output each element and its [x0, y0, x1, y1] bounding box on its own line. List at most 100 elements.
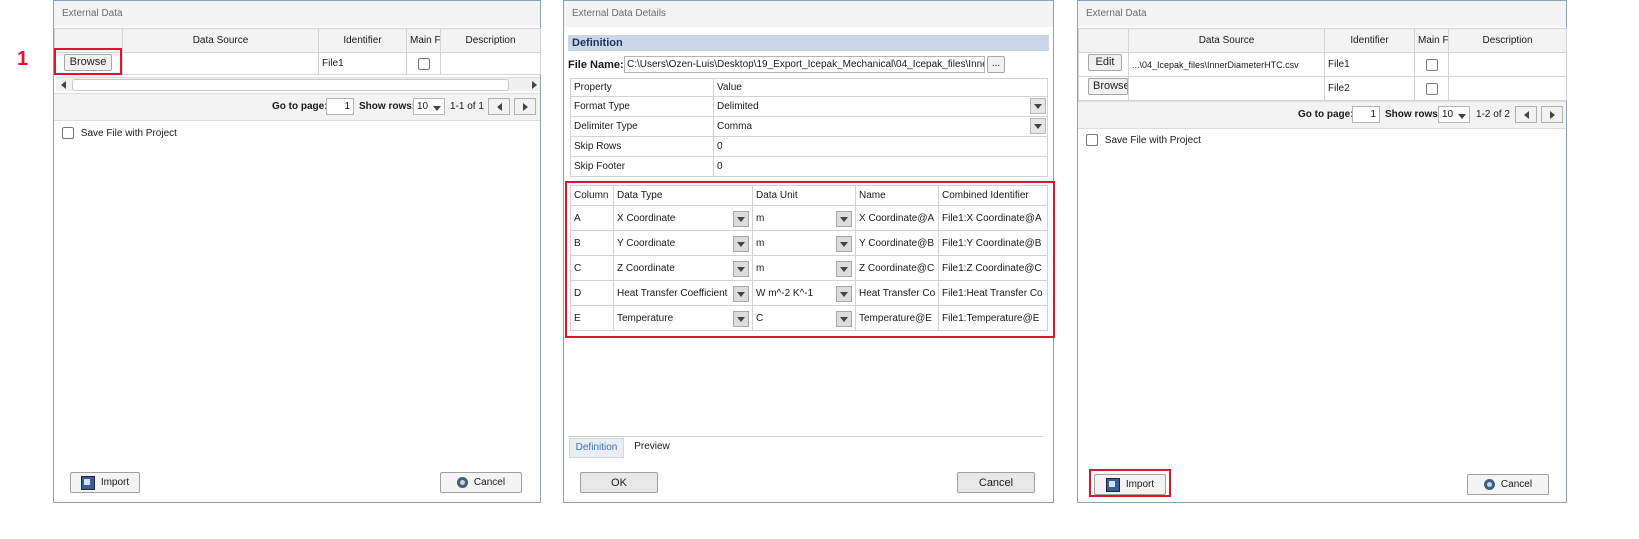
dialog-title: External Data [54, 1, 540, 27]
page-input[interactable]: 1 [326, 98, 354, 115]
import-button[interactable]: Import [70, 472, 140, 493]
cancel-button[interactable]: Cancel [1467, 474, 1549, 495]
save-checkbox[interactable] [62, 127, 74, 139]
format-type-select[interactable]: Delimited [713, 96, 1048, 117]
data-source-cell [1128, 76, 1325, 101]
next-page-button[interactable] [1541, 106, 1563, 123]
header-data-source: Data Source [122, 28, 319, 53]
data-source-table: Data Source Identifier Main File Descrip… [1078, 28, 1567, 101]
header-blank [1078, 28, 1129, 53]
rows-select[interactable]: 10 [1438, 106, 1470, 123]
file-name-input[interactable]: C:\Users\Ozen-Luis\Desktop\19_Export_Ice… [624, 56, 985, 73]
chevron-down-icon [1458, 114, 1466, 119]
main-file-cell [1414, 52, 1449, 77]
dialog-title: External Data Details [564, 1, 1053, 27]
external-data-details-dialog: External Data Details Definition File Na… [563, 0, 1055, 503]
prev-page-button[interactable] [488, 98, 510, 115]
save-with-project[interactable]: Save File with Project [1086, 134, 1201, 146]
goto-page-label: Go to page: [272, 101, 328, 112]
header-value: Value [713, 78, 1048, 97]
prev-icon [1523, 110, 1529, 119]
show-rows-label: Show rows: [359, 101, 416, 112]
prev-icon [496, 102, 502, 111]
main-file-cell [1414, 76, 1449, 101]
file-browse-button[interactable]: ... [987, 56, 1005, 73]
description-cell [1448, 52, 1567, 77]
main-file-checkbox[interactable] [417, 57, 430, 70]
dialog-title: External Data [1078, 1, 1566, 27]
prop-name: Format Type [570, 96, 714, 117]
save-with-project[interactable]: Save File with Project [62, 127, 177, 139]
save-label: Save File with Project [1104, 134, 1201, 146]
description-cell [440, 52, 541, 75]
ok-button[interactable]: OK [580, 472, 658, 493]
main-file-cell [406, 52, 441, 75]
callout-1: 1 [17, 48, 29, 70]
header-data-source: Data Source [1128, 28, 1325, 53]
next-icon [1549, 110, 1555, 119]
identifier-cell: File2 [1324, 76, 1415, 101]
header-main-file: Main File [1414, 28, 1449, 53]
skip-rows-input[interactable]: 0 [713, 136, 1048, 157]
header-description: Description [440, 28, 541, 53]
identifier-cell: File1 [318, 52, 407, 75]
next-icon [522, 102, 528, 111]
header-identifier: Identifier [318, 28, 407, 53]
header-property: Property [570, 78, 714, 97]
header-description: Description [1448, 28, 1567, 53]
save-checkbox[interactable] [1086, 134, 1098, 146]
main-file-checkbox[interactable] [1425, 58, 1438, 71]
chevron-down-icon [1034, 123, 1042, 129]
prop-name: Delimiter Type [570, 116, 714, 137]
scroll-left-icon[interactable] [61, 81, 66, 89]
highlight-browse [54, 48, 122, 75]
scroll-thumb[interactable] [72, 79, 509, 91]
prev-page-button[interactable] [1515, 106, 1537, 123]
external-data-dialog-initial: External Data Data Source Identifier Mai… [53, 0, 541, 503]
next-page-button[interactable] [514, 98, 536, 115]
goto-page-label: Go to page: [1298, 109, 1354, 120]
page-range: 1-1 of 1 [450, 101, 484, 112]
highlight-import [1089, 469, 1171, 497]
tab-bar: Definition Preview [568, 436, 1043, 459]
delimiter-type-select[interactable]: Comma [713, 116, 1048, 137]
data-source-cell [122, 52, 319, 75]
tab-preview[interactable]: Preview [630, 438, 674, 458]
page-range: 1-2 of 2 [1476, 109, 1510, 120]
table-row: File2 [1078, 76, 1567, 101]
prop-name: Skip Rows [570, 136, 714, 157]
rows-select[interactable]: 10 [413, 98, 445, 115]
data-source-cell: ...\04_Icepak_files\InnerDiameterHTC.csv [1128, 52, 1325, 77]
edit-button[interactable]: Edit [1088, 54, 1122, 71]
chevron-down-icon [433, 106, 441, 111]
pager-bar: Go to page: 1 Show rows: 10 1-1 of 1 [54, 93, 540, 121]
scroll-right-icon[interactable] [532, 81, 537, 89]
property-table: Property Value Format Type Delimited Del… [570, 78, 1048, 177]
pager-bar: Go to page: 1 Show rows: 10 1-2 of 2 [1078, 101, 1566, 129]
show-rows-label: Show rows: [1385, 109, 1442, 120]
file-name-label: File Name: [568, 59, 624, 71]
page-input[interactable]: 1 [1352, 106, 1380, 123]
cancel-button[interactable]: Cancel [440, 472, 522, 493]
horizontal-scrollbar[interactable] [56, 77, 540, 91]
section-definition: Definition [568, 35, 1049, 51]
tab-definition[interactable]: Definition [569, 438, 624, 458]
save-label: Save File with Project [80, 127, 177, 139]
data-source-table: Data Source Identifier Main File Descrip… [54, 28, 541, 75]
description-cell [1448, 76, 1567, 101]
prop-name: Skip Footer [570, 156, 714, 177]
header-identifier: Identifier [1324, 28, 1415, 53]
identifier-cell: File1 [1324, 52, 1415, 77]
import-icon [80, 475, 95, 490]
table-row: ...\04_Icepak_files\InnerDiameterHTC.csv… [1078, 52, 1567, 77]
highlight-column-table [565, 181, 1055, 338]
chevron-down-icon [1034, 103, 1042, 109]
browse-button[interactable]: Browse [1088, 78, 1128, 95]
cancel-button[interactable]: Cancel [957, 472, 1035, 493]
external-data-dialog-loaded: External Data Data Source Identifier Mai… [1077, 0, 1567, 503]
cancel-icon [1483, 479, 1495, 490]
cancel-icon [456, 477, 468, 488]
skip-footer-input[interactable]: 0 [713, 156, 1048, 177]
header-main-file: Main File [406, 28, 441, 53]
main-file-checkbox[interactable] [1425, 82, 1438, 95]
